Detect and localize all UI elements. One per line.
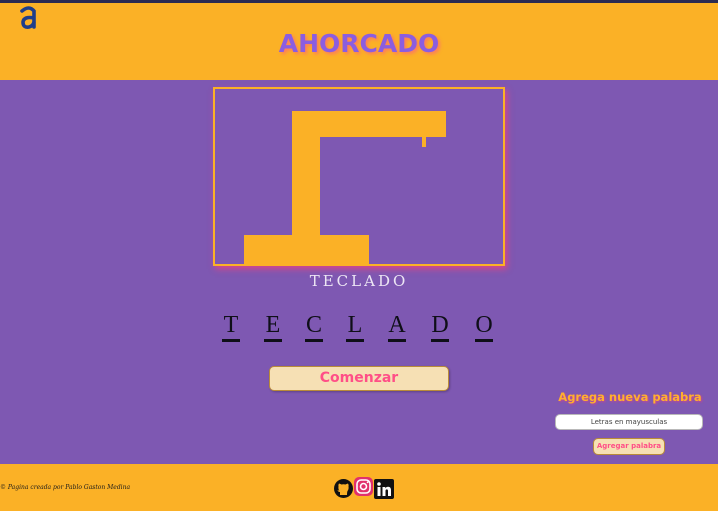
add-word-button[interactable]: Agregar palabra (593, 438, 665, 455)
gallows-base (244, 235, 369, 264)
page-title: AHORCADO (278, 29, 440, 58)
footer-credit: © Pagina creada por Pablo Gaston Medina (0, 484, 131, 491)
instagram-icon[interactable] (354, 477, 375, 498)
letter-slot: L (346, 312, 364, 342)
gallows-drawing (244, 111, 446, 264)
new-word-input[interactable]: Letras en mayusculas (555, 414, 703, 430)
alura-logo-icon[interactable] (17, 5, 41, 31)
github-icon[interactable] (333, 478, 354, 499)
page-footer: © Pagina creada por Pablo Gaston Medina (0, 464, 718, 511)
word-hint: TECLADO (309, 272, 409, 290)
hangman-board (213, 87, 505, 266)
letter-slot: E (264, 312, 282, 342)
gallows-beam (292, 111, 446, 137)
add-word-title: Agrega nueva palabra (558, 390, 702, 404)
page-header: AHORCADO (0, 3, 718, 80)
start-button[interactable]: Comenzar (269, 366, 449, 391)
linkedin-icon[interactable] (374, 479, 394, 499)
letter-slot: D (431, 312, 449, 342)
letter-slot: C (305, 312, 323, 342)
letter-slot: O (475, 312, 493, 342)
gallows-rope (422, 137, 426, 147)
letter-slot: T (222, 312, 240, 342)
letter-slot: A (388, 312, 406, 342)
